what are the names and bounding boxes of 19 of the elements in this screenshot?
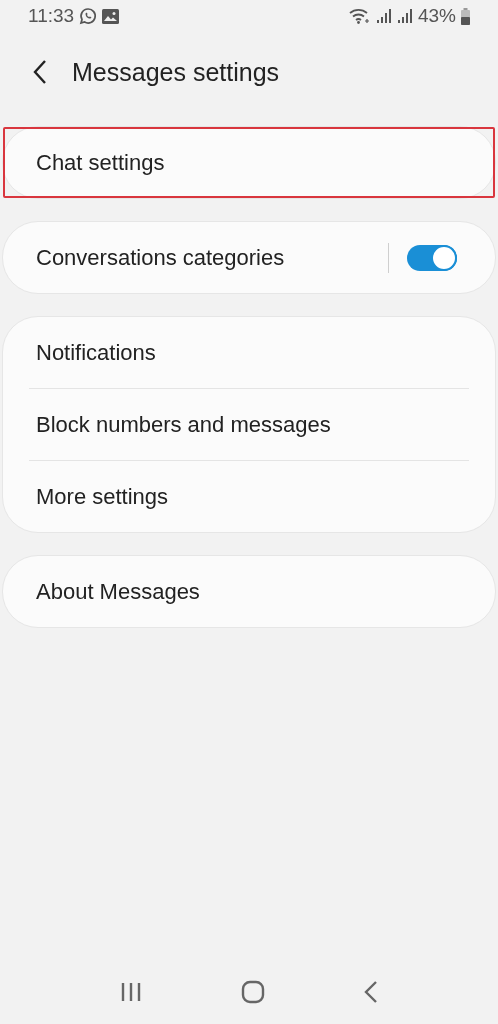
settings-item[interactable]: Block numbers and messages [3,389,495,460]
settings-switch-item[interactable]: Conversations categories [3,222,495,293]
wifi-icon [348,8,371,24]
recent-apps-icon[interactable] [119,982,142,1002]
toggle-switch[interactable] [407,244,457,271]
home-icon[interactable] [241,980,265,1004]
chat-bubble-icon [79,7,98,25]
settings-item[interactable]: Chat settings [3,127,495,198]
battery-percent: 43% [417,5,456,27]
image-icon [102,8,120,24]
signal-icon [396,8,413,24]
settings-item[interactable]: Notifications [3,317,495,388]
signal-icon [375,8,392,24]
back-icon[interactable] [364,981,379,1003]
battery-icon [461,7,470,25]
screen-title: Messages settings [72,57,280,87]
settings-item[interactable]: More settings [3,461,495,532]
settings-item[interactable]: About Messages [3,556,495,627]
status-time: 11:33 [28,5,75,27]
